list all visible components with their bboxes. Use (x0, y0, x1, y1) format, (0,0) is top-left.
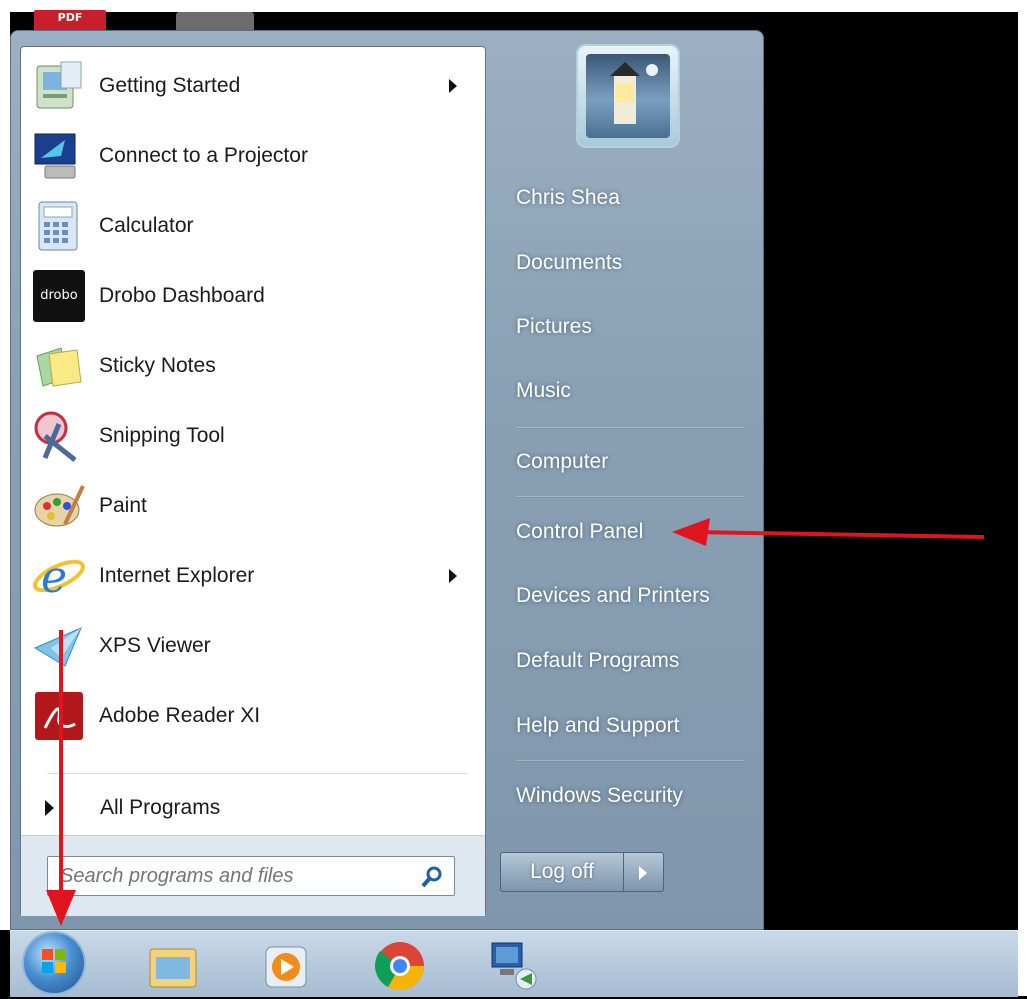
annotation-layer (46, 518, 985, 926)
arrow-to-control-panel (672, 518, 985, 546)
arrow-to-start-button (46, 630, 76, 926)
